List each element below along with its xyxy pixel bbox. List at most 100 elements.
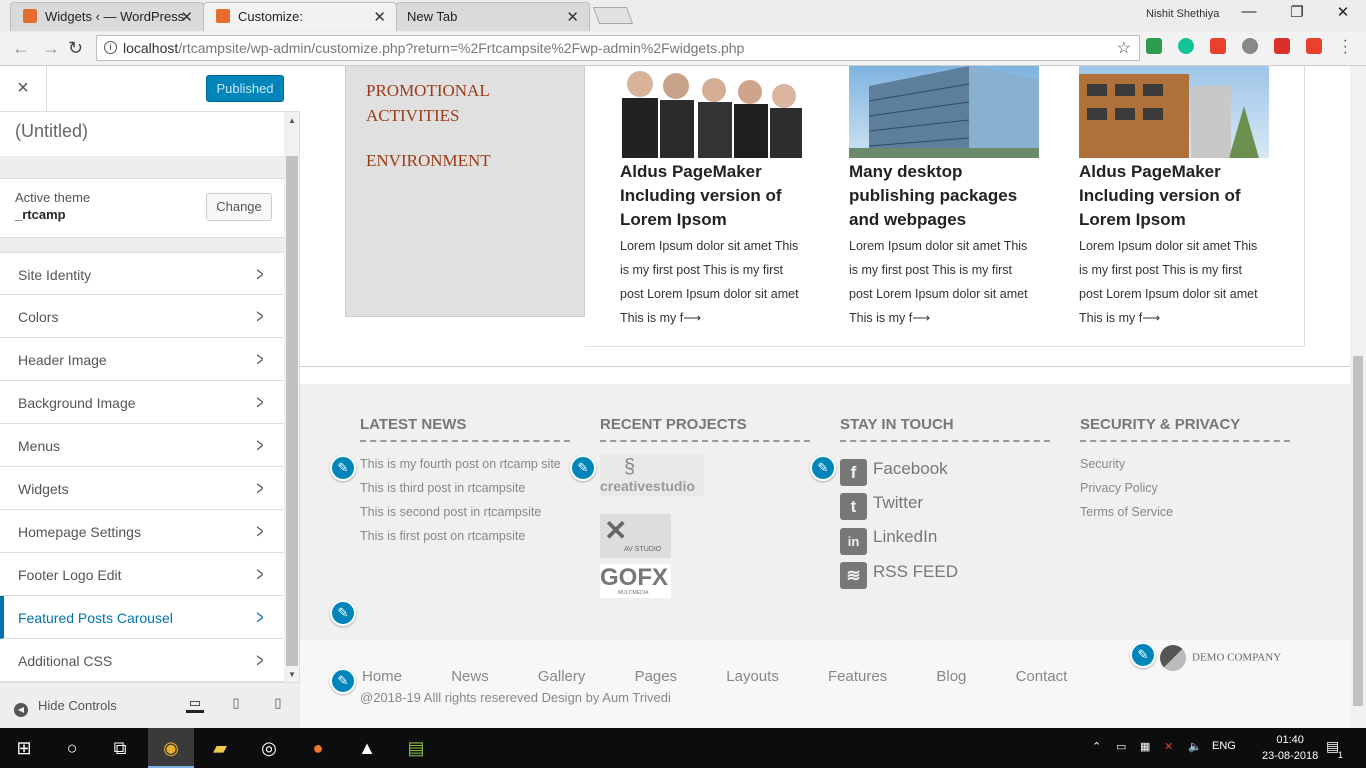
edit-menu-pencil-icon[interactable]: ✎ — [330, 668, 356, 694]
clock[interactable]: 01:40 23-08-2018 — [1262, 732, 1318, 764]
chrome-icon[interactable]: ◉ — [159, 736, 183, 760]
post-title[interactable]: Aldus PageMaker Including version of Lor… — [1079, 160, 1269, 232]
preview-scroll-thumb[interactable] — [1353, 356, 1363, 706]
news-link[interactable]: This is second post in rtcampsite — [360, 500, 570, 524]
restore-icon[interactable]: ❐ — [1274, 3, 1320, 21]
news-link[interactable]: This is third post in rtcampsite — [360, 476, 570, 500]
rss-link[interactable]: ≋ RSS FEED — [840, 555, 1050, 589]
file-explorer-icon[interactable]: ▰ — [208, 736, 232, 760]
section-footer-logo-edit[interactable]: Footer Logo Edit > — [0, 553, 284, 596]
privacy-policy-link[interactable]: Privacy Policy — [1080, 476, 1290, 500]
section-header-image[interactable]: Header Image > — [0, 338, 284, 381]
browser-menu-icon[interactable]: · · · — [1343, 33, 1348, 61]
change-theme-button[interactable]: Change — [206, 193, 272, 221]
windows-start-icon[interactable]: ⊞ — [12, 736, 36, 760]
facebook-link[interactable]: f Facebook — [840, 452, 1050, 486]
post-image[interactable] — [1079, 66, 1269, 158]
category-link[interactable]: ENVIRONMENT — [366, 148, 566, 173]
forward-icon[interactable]: → — [42, 38, 60, 59]
footer-nav-news[interactable]: News — [451, 668, 489, 685]
terms-link[interactable]: Terms of Service — [1080, 500, 1290, 524]
new-tab-button[interactable] — [592, 7, 634, 24]
sidebar-scrollbar[interactable]: ▲ ▼ — [285, 112, 299, 682]
footer-nav-contact[interactable]: Contact — [1016, 668, 1068, 685]
twitter-link[interactable]: t Twitter — [840, 486, 1050, 520]
network-disconnected-icon[interactable]: ✕ — [1164, 740, 1173, 753]
window-close-icon[interactable]: ✕ — [1320, 3, 1366, 21]
close-tab-icon[interactable]: ✕ — [180, 8, 193, 26]
shield-extension-icon[interactable] — [1274, 38, 1290, 54]
app-icon[interactable]: ◎ — [257, 736, 281, 760]
section-colors[interactable]: Colors > — [0, 295, 284, 338]
footer-nav-pages[interactable]: Pages — [635, 668, 678, 685]
edit-widget-pencil-icon[interactable]: ✎ — [570, 455, 596, 481]
mobile-preview-icon[interactable]: ▯ — [269, 695, 287, 713]
post-image[interactable] — [620, 66, 810, 158]
tablet-preview-icon[interactable]: ▯ — [227, 695, 245, 713]
demo-company-logo[interactable]: DEMO COMPANY — [1160, 645, 1281, 671]
extension-icon[interactable] — [1210, 38, 1226, 54]
tab-customize[interactable]: Customize: ✕ — [203, 2, 397, 31]
language-indicator[interactable]: ENG — [1212, 740, 1236, 752]
close-tab-icon[interactable]: ✕ — [373, 8, 386, 26]
section-additional-css[interactable]: Additional CSS > — [0, 639, 284, 682]
reload-icon[interactable]: ↻ — [68, 38, 83, 59]
hide-controls-button[interactable]: ◀ Hide Controls — [14, 698, 117, 717]
download-extension-icon[interactable] — [1146, 38, 1162, 54]
close-tab-icon[interactable]: ✕ — [566, 8, 579, 26]
grammarly-extension-icon[interactable] — [1178, 38, 1194, 54]
footer-nav-home[interactable]: Home — [362, 668, 402, 685]
edit-logo-pencil-icon[interactable]: ✎ — [1130, 642, 1156, 668]
volume-icon[interactable]: 🔈 — [1188, 740, 1202, 753]
section-menus[interactable]: Menus > — [0, 424, 284, 467]
post-title[interactable]: Aldus PageMaker Including version of Lor… — [620, 160, 810, 232]
extension-icon[interactable] — [1242, 38, 1258, 54]
network-icon[interactable]: ▦ — [1140, 740, 1150, 753]
close-customizer-icon[interactable]: × — [0, 66, 47, 112]
minimize-icon[interactable]: — — [1226, 3, 1272, 20]
search-icon[interactable]: ○ — [60, 736, 84, 760]
security-link[interactable]: Security — [1080, 452, 1290, 476]
footer-nav-gallery[interactable]: Gallery — [538, 668, 586, 685]
category-link[interactable]: PROMOTIONAL ACTIVITIES — [366, 78, 566, 128]
task-view-icon[interactable]: ⧉ — [108, 736, 132, 760]
url-bar[interactable]: i localhost/rtcampsite/wp-admin/customiz… — [96, 35, 1140, 61]
section-featured-posts-carousel[interactable]: Featured Posts Carousel > — [0, 596, 284, 639]
edit-widget-pencil-icon[interactable]: ✎ — [330, 600, 356, 626]
av-studio-logo[interactable]: ✕ AV STUDIO — [600, 514, 671, 558]
sidebar-scroll-thumb[interactable] — [286, 156, 298, 666]
footer-nav-layouts[interactable]: Layouts — [726, 668, 779, 685]
battery-icon[interactable]: ▭ — [1116, 740, 1126, 753]
tab-widgets[interactable]: Widgets ‹ — WordPress ✕ — [10, 2, 204, 31]
site-info-icon[interactable]: i — [104, 41, 117, 54]
section-background-image[interactable]: Background Image > — [0, 381, 284, 424]
creativestudio-logo[interactable]: § creativestudio — [600, 454, 704, 496]
profile-name[interactable]: Nishit Shethiya — [1146, 8, 1219, 20]
section-site-identity[interactable]: Site Identity > — [0, 252, 284, 295]
bookmark-star-icon[interactable]: ☆ — [1117, 38, 1131, 58]
scroll-down-icon[interactable]: ▼ — [288, 670, 296, 679]
back-icon[interactable]: ← — [12, 38, 30, 59]
section-homepage-settings[interactable]: Homepage Settings > — [0, 510, 284, 553]
edit-widget-pencil-icon[interactable]: ✎ — [810, 455, 836, 481]
footer-nav-blog[interactable]: Blog — [936, 668, 966, 685]
post-title[interactable]: Many desktop publishing packages and web… — [849, 160, 1039, 232]
linkedin-link[interactable]: in LinkedIn — [840, 520, 1050, 555]
notepad-icon[interactable]: ▤ — [404, 736, 428, 760]
edit-widget-pencil-icon[interactable]: ✎ — [330, 455, 356, 481]
desktop-preview-icon[interactable]: ▭ — [186, 695, 204, 713]
publish-button[interactable]: Published — [206, 75, 284, 102]
tab-new-tab[interactable]: New Tab ✕ — [396, 2, 590, 31]
footer-nav-features[interactable]: Features — [828, 668, 887, 685]
post-image[interactable] — [849, 66, 1039, 158]
tray-chevron-icon[interactable]: ⌃ — [1092, 740, 1101, 753]
news-link[interactable]: This is first post on rtcampsite — [360, 524, 570, 548]
preview-scrollbar[interactable] — [1350, 66, 1366, 728]
firefox-icon[interactable]: ● — [306, 736, 330, 760]
extension-icon[interactable] — [1306, 38, 1322, 54]
scroll-up-icon[interactable]: ▲ — [288, 116, 296, 125]
photos-icon[interactable]: ▲ — [355, 736, 379, 760]
section-widgets[interactable]: Widgets > — [0, 467, 284, 510]
news-link[interactable]: This is my fourth post on rtcamp site — [360, 452, 570, 476]
gofx-logo[interactable]: GOFX MULTIMEDIA — [600, 564, 671, 598]
